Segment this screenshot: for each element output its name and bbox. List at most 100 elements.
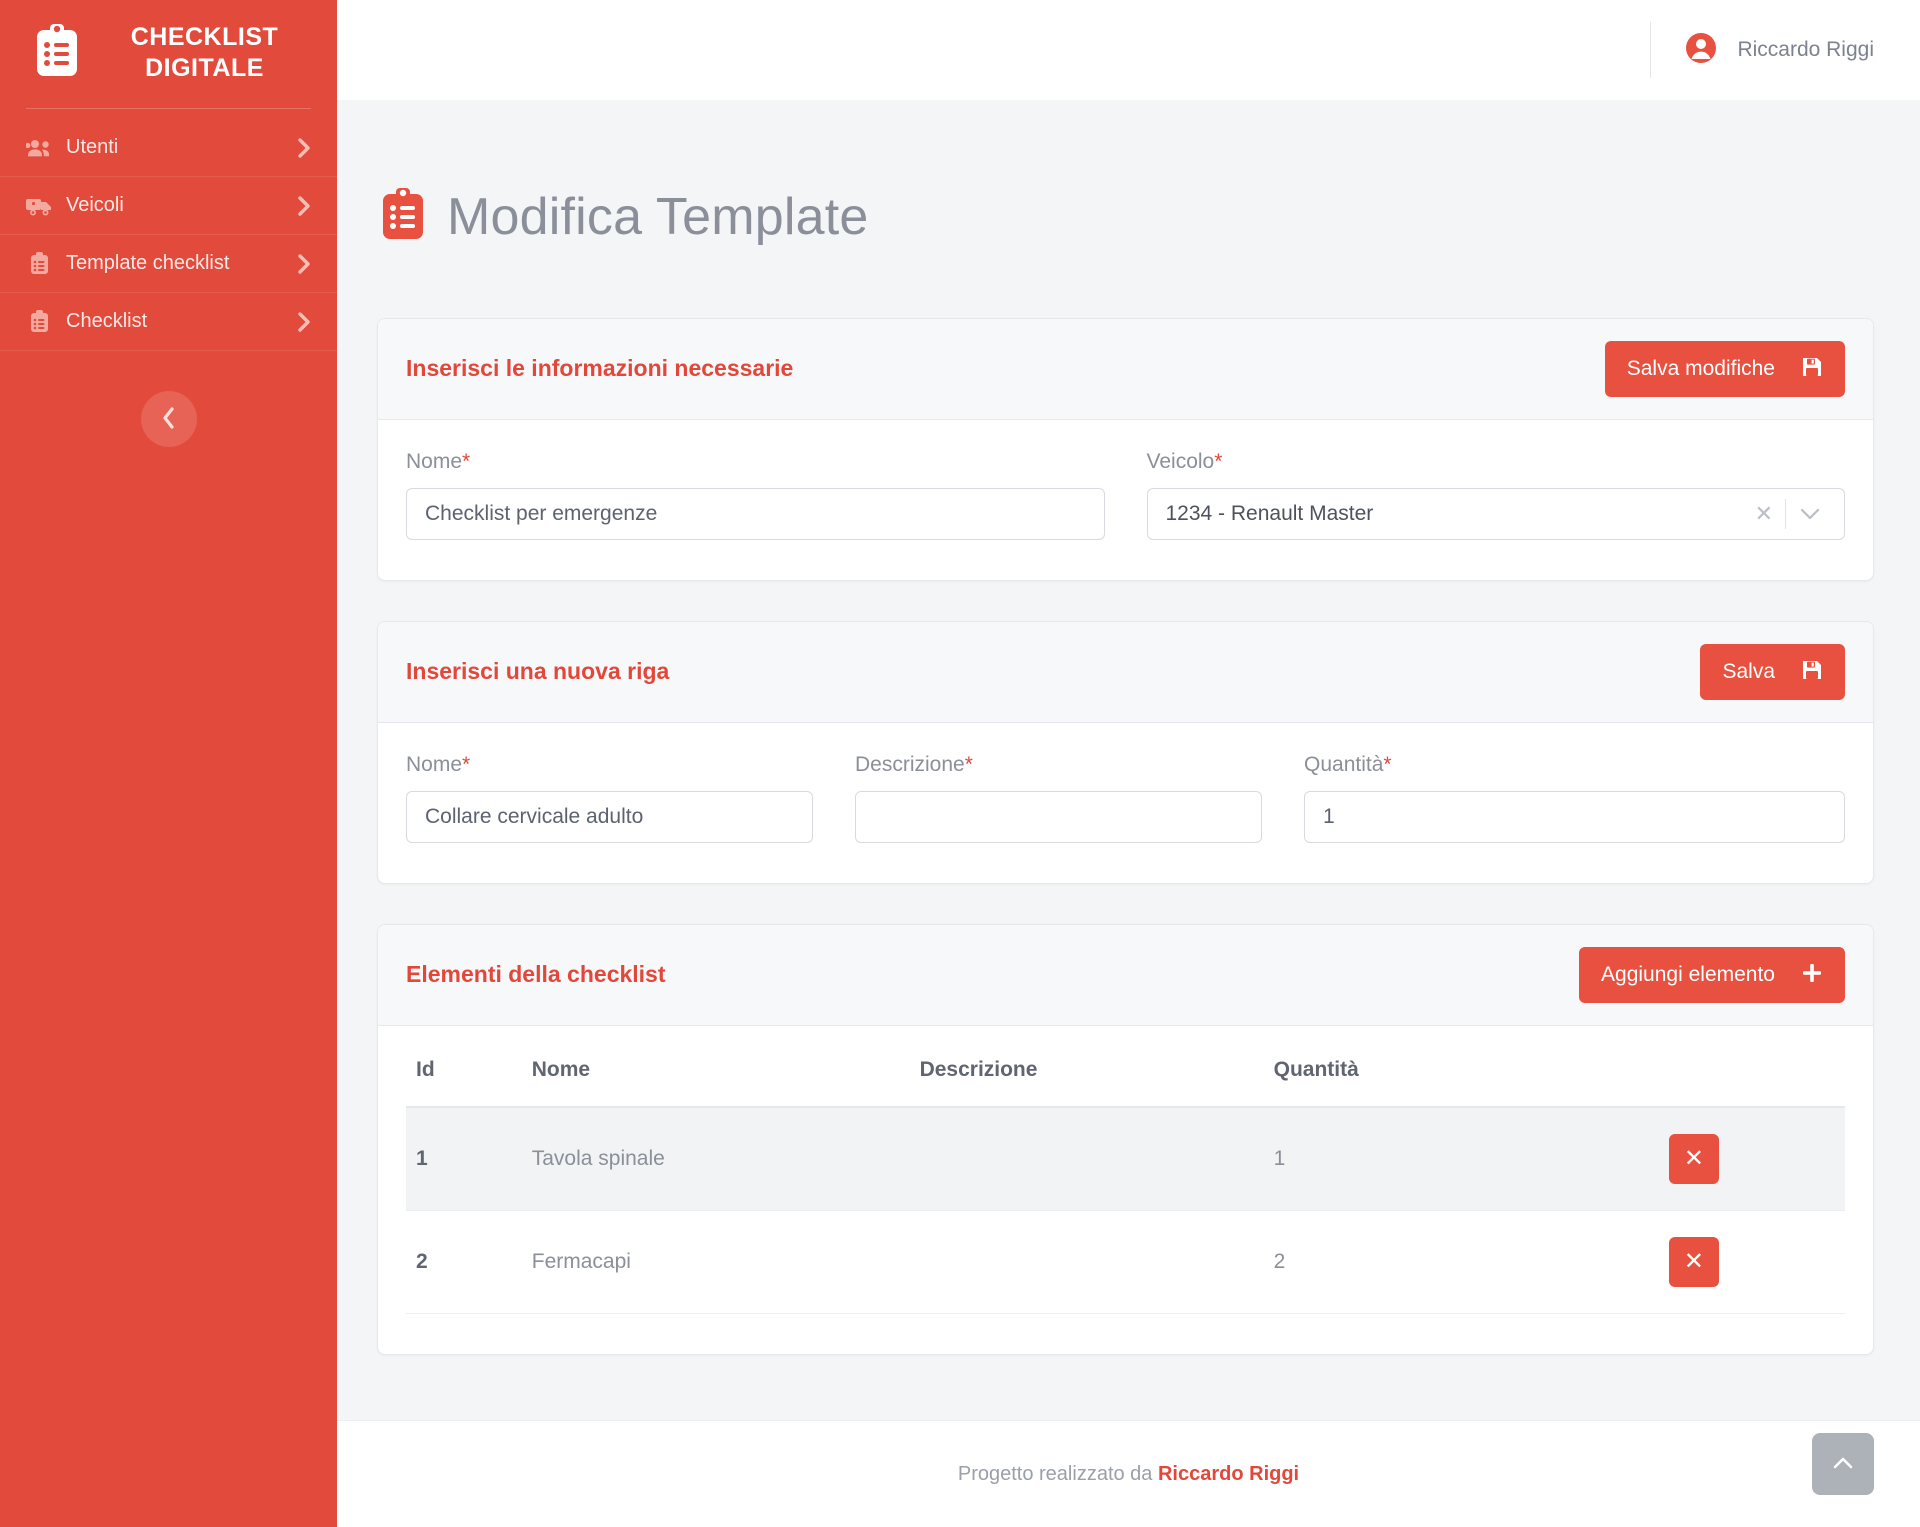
footer: Progetto realizzato da Riccardo Riggi (337, 1420, 1920, 1527)
chevron-up-icon (1832, 1455, 1854, 1474)
chevron-right-icon (298, 196, 311, 216)
salva-riga-button[interactable]: Salva (1700, 644, 1845, 700)
card-informazioni: Inserisci le informazioni necessarie Sal… (377, 318, 1874, 581)
user-menu[interactable]: Riccardo Riggi (1650, 22, 1874, 78)
footer-credit-prefix: Progetto realizzato da (958, 1463, 1158, 1485)
elementi-table: Id Nome Descrizione Quantità 1 Tavola sp… (406, 1050, 1845, 1314)
page-content: Modifica Template Inserisci le informazi… (337, 100, 1920, 1420)
field-veicolo: Veicolo* 1234 - Renault Master ✕ (1147, 450, 1846, 540)
page-title: Modifica Template (447, 187, 869, 247)
chevron-right-icon (298, 312, 311, 332)
column-header-descrizione: Descrizione (910, 1050, 1264, 1107)
table-head: Id Nome Descrizione Quantità (406, 1050, 1845, 1107)
aggiungi-elemento-label: Aggiungi elemento (1601, 964, 1775, 985)
cell-descrizione (910, 1107, 1264, 1211)
chevron-down-icon[interactable] (1786, 507, 1830, 521)
nome-template-input[interactable] (406, 488, 1105, 540)
brand-title: CHECKLIST DIGITALE (98, 22, 311, 85)
cell-nome: Fermacapi (522, 1210, 910, 1313)
scroll-to-top-button[interactable] (1812, 1433, 1874, 1495)
clipboard-list-icon (26, 253, 52, 275)
chevron-right-icon (298, 254, 311, 274)
sidebar-nav: Utenti (0, 109, 337, 351)
brand-title-line2: DIGITALE (98, 53, 311, 84)
salva-riga-label: Salva (1722, 661, 1775, 682)
sidebar-item-veicoli[interactable]: Veicoli (0, 177, 337, 235)
main-area: Riccardo Riggi (337, 0, 1920, 1527)
card-title: Elementi della checklist (406, 961, 666, 988)
sidebar: CHECKLIST DIGITALE Utenti (0, 0, 337, 1527)
close-icon: ✕ (1684, 1147, 1704, 1171)
save-modifiche-button[interactable]: Salva modifiche (1605, 341, 1845, 397)
sidebar-collapse-wrap (0, 351, 337, 447)
footer-credit: Progetto realizzato da Riccardo Riggi (958, 1463, 1299, 1486)
chevron-right-icon (298, 138, 311, 158)
veicolo-select[interactable]: 1234 - Renault Master ✕ (1147, 488, 1846, 540)
topbar: Riccardo Riggi (337, 0, 1920, 100)
brand-title-line1: CHECKLIST (98, 22, 311, 53)
chevron-left-icon (162, 407, 176, 432)
sidebar-item-label: Utenti (66, 136, 284, 159)
field-label-veicolo: Veicolo* (1147, 450, 1846, 474)
card-title: Inserisci una nuova riga (406, 658, 669, 685)
field-quantita-elemento: Quantità* (1304, 753, 1845, 843)
quantita-elemento-input[interactable] (1304, 791, 1845, 843)
clipboard-list-icon (381, 187, 425, 246)
user-name: Riccardo Riggi (1737, 38, 1874, 62)
page-header: Modifica Template (381, 152, 1874, 282)
sidebar-collapse-button[interactable] (141, 391, 197, 447)
close-icon[interactable]: ✕ (1743, 503, 1785, 525)
sidebar-item-label: Veicoli (66, 194, 284, 217)
users-icon (26, 137, 52, 159)
form-row-nuova-riga: Nome* Descrizione* Quantità* (406, 753, 1845, 843)
veicolo-selected-value: 1234 - Renault Master (1166, 502, 1743, 526)
required-marker: * (1383, 753, 1391, 776)
user-circle-icon (1685, 32, 1717, 69)
cell-actions: ✕ (1659, 1107, 1845, 1211)
column-header-nome: Nome (522, 1050, 910, 1107)
floppy-disk-icon (1801, 659, 1823, 685)
clipboard-list-icon (26, 311, 52, 333)
table-body: 1 Tavola spinale 1 ✕ (406, 1107, 1845, 1314)
sidebar-item-label: Template checklist (66, 252, 284, 275)
card-header: Elementi della checklist Aggiungi elemen… (378, 925, 1873, 1026)
brand: CHECKLIST DIGITALE (0, 0, 337, 108)
card-body: Nome* Veicolo* 1234 - Renault Master ✕ (378, 420, 1873, 580)
floppy-disk-icon (1801, 356, 1823, 382)
field-descrizione-elemento: Descrizione* (855, 753, 1262, 843)
field-label-descrizione: Descrizione* (855, 753, 1262, 777)
cell-actions: ✕ (1659, 1210, 1845, 1313)
sidebar-item-label: Checklist (66, 310, 284, 333)
nome-elemento-input[interactable] (406, 791, 813, 843)
card-elementi-checklist: Elementi della checklist Aggiungi elemen… (377, 924, 1874, 1355)
cell-quantita: 2 (1264, 1210, 1659, 1313)
sidebar-item-utenti[interactable]: Utenti (0, 119, 337, 177)
clipboard-list-icon (34, 23, 80, 84)
cell-descrizione (910, 1210, 1264, 1313)
cell-id: 1 (406, 1107, 522, 1211)
column-header-actions (1659, 1050, 1845, 1107)
field-label-nome: Nome* (406, 450, 1105, 474)
card-nuova-riga: Inserisci una nuova riga Salva (377, 621, 1874, 884)
field-label-nome: Nome* (406, 753, 813, 777)
footer-author-link[interactable]: Riccardo Riggi (1158, 1463, 1299, 1485)
close-icon: ✕ (1684, 1250, 1704, 1274)
delete-row-button[interactable]: ✕ (1669, 1134, 1719, 1184)
sidebar-item-checklist[interactable]: Checklist (0, 293, 337, 351)
cell-quantita: 1 (1264, 1107, 1659, 1211)
sidebar-item-template-checklist[interactable]: Template checklist (0, 235, 337, 293)
card-body: Nome* Descrizione* Quantità* (378, 723, 1873, 883)
delete-row-button[interactable]: ✕ (1669, 1237, 1719, 1287)
field-nome-elemento: Nome* (406, 753, 813, 843)
card-body: Id Nome Descrizione Quantità 1 Tavola sp… (378, 1026, 1873, 1354)
app-root: CHECKLIST DIGITALE Utenti (0, 0, 1920, 1527)
aggiungi-elemento-button[interactable]: Aggiungi elemento (1579, 947, 1845, 1003)
table-row: 1 Tavola spinale 1 ✕ (406, 1107, 1845, 1211)
required-marker: * (965, 753, 973, 776)
save-modifiche-label: Salva modifiche (1627, 358, 1775, 379)
ambulance-icon (26, 195, 52, 217)
card-header: Inserisci una nuova riga Salva (378, 622, 1873, 723)
required-marker: * (1214, 450, 1222, 473)
column-header-id: Id (406, 1050, 522, 1107)
descrizione-elemento-input[interactable] (855, 791, 1262, 843)
